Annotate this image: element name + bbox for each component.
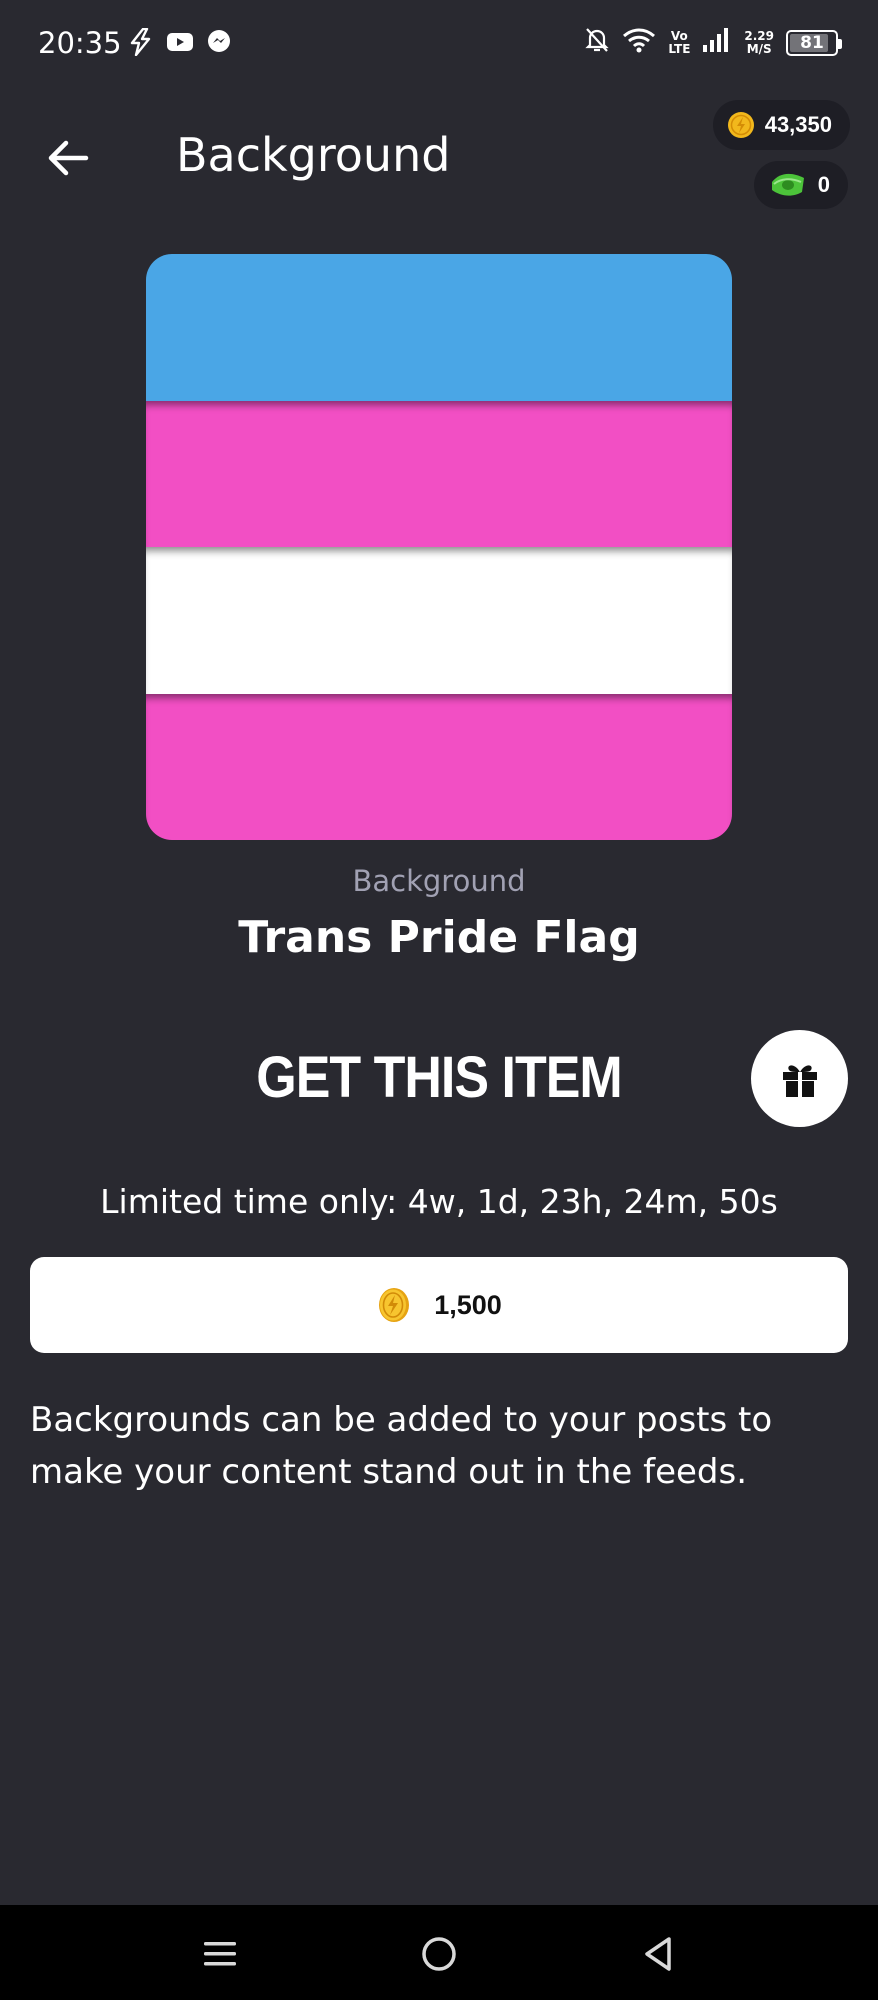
flag-stripe-pink bbox=[146, 400, 732, 547]
nav-back-button[interactable] bbox=[633, 1929, 683, 1979]
item-name: Trans Pride Flag bbox=[238, 912, 640, 963]
nav-home-button[interactable] bbox=[414, 1929, 464, 1979]
coin-icon bbox=[379, 1288, 410, 1322]
flag-stripe-blue bbox=[146, 254, 732, 401]
cash-balance[interactable]: 0 bbox=[753, 161, 848, 209]
notification-icons bbox=[128, 27, 232, 61]
item-description: Backgrounds can be added to your posts t… bbox=[30, 1400, 773, 1492]
messenger-icon bbox=[206, 29, 232, 60]
flag-stripe-pink bbox=[146, 693, 732, 840]
gift-button[interactable] bbox=[751, 1030, 848, 1127]
system-navigation-bar bbox=[0, 1905, 878, 2000]
back-button[interactable] bbox=[40, 130, 96, 186]
signal-icon bbox=[702, 27, 732, 58]
coin-icon bbox=[727, 112, 754, 138]
bell-off-icon bbox=[584, 26, 610, 59]
network-speed: 2.29 M/S bbox=[744, 28, 774, 56]
bolt-icon bbox=[128, 27, 154, 61]
menu-icon bbox=[204, 1942, 236, 1966]
status-time: 20:35 bbox=[38, 26, 122, 60]
get-item-heading: GET THIS ITEM bbox=[256, 1045, 622, 1111]
back-triangle-icon bbox=[645, 1937, 671, 1971]
battery-icon: 81 bbox=[786, 29, 842, 56]
gift-icon bbox=[782, 1064, 817, 1097]
screen: 20:35 Vo LTE 2.29 M/S 81 Background 43,3… bbox=[0, 0, 878, 2000]
network-type-top: Vo bbox=[670, 28, 688, 43]
network-speed-unit: M/S bbox=[746, 41, 772, 56]
youtube-icon bbox=[166, 31, 194, 58]
system-status-icons: Vo LTE 2.29 M/S 81 bbox=[584, 26, 842, 59]
cash-balance-value: 0 bbox=[817, 172, 830, 197]
arrow-left-icon bbox=[48, 140, 89, 176]
price-value: 1,500 bbox=[434, 1289, 502, 1320]
limited-time-countdown: Limited time only: 4w, 1d, 23h, 24m, 50s bbox=[100, 1182, 778, 1221]
network-type: Vo LTE bbox=[668, 28, 691, 56]
network-speed-value: 2.29 bbox=[744, 28, 774, 43]
coin-balance-value: 43,350 bbox=[764, 112, 832, 137]
status-bar: 20:35 Vo LTE 2.29 M/S 81 bbox=[0, 0, 878, 90]
cash-icon bbox=[771, 173, 804, 196]
battery-level: 81 bbox=[800, 32, 824, 53]
home-circle-icon bbox=[422, 1937, 456, 1971]
nav-recent-apps-button[interactable] bbox=[195, 1929, 245, 1979]
buy-with-coins-button[interactable]: 1,500 bbox=[30, 1257, 848, 1353]
wifi-icon bbox=[622, 27, 656, 58]
coin-balance[interactable]: 43,350 bbox=[712, 100, 850, 150]
item-category: Background bbox=[352, 864, 526, 898]
flag-stripe-white bbox=[146, 547, 732, 694]
network-type-bottom: LTE bbox=[668, 41, 691, 56]
background-preview bbox=[146, 254, 732, 840]
page-title: Background bbox=[176, 128, 451, 182]
